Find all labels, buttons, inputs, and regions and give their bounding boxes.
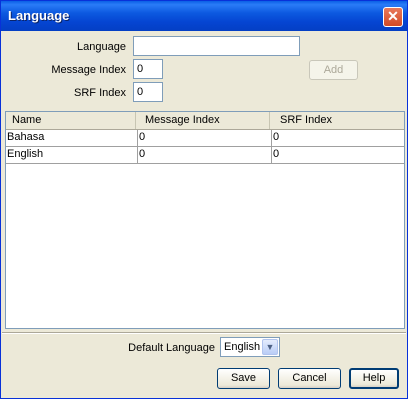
message-index-label: Message Index: [51, 64, 126, 76]
cell-srf-index: 0: [273, 131, 280, 143]
srf-index-label: SRF Index: [74, 87, 126, 99]
default-language-value: English: [224, 341, 261, 353]
cell-message-index: 0: [138, 130, 272, 146]
cell-message-index: 0: [138, 147, 272, 163]
message-index-input[interactable]: [133, 59, 163, 79]
title-bar: Language ✕: [1, 1, 407, 31]
column-header-name[interactable]: Name: [6, 112, 136, 129]
cancel-button[interactable]: Cancel: [278, 368, 341, 389]
table-row[interactable]: Bahasa 0 0: [6, 130, 404, 147]
cell-name: English: [6, 147, 138, 163]
help-button[interactable]: Help: [349, 368, 399, 389]
save-button[interactable]: Save: [217, 368, 270, 389]
cell-srf-index: 0: [273, 148, 280, 160]
add-button[interactable]: Add: [309, 60, 358, 80]
window-title: Language: [8, 8, 70, 23]
srf-index-input[interactable]: [133, 82, 163, 102]
column-header-message-index[interactable]: Message Index: [136, 112, 270, 129]
language-table: Name Message Index SRF Index Bahasa 0 0 …: [5, 111, 405, 329]
table-header: Name Message Index SRF Index: [6, 112, 404, 130]
chevron-down-icon[interactable]: ▼: [262, 339, 278, 355]
language-input[interactable]: [133, 36, 300, 56]
table-row[interactable]: English 0 0: [6, 147, 404, 164]
close-icon: ✕: [387, 8, 399, 24]
default-language-select[interactable]: English ▼: [220, 337, 280, 357]
language-dialog: Language ✕ Language Message Index SRF In…: [0, 0, 408, 399]
default-language-label: Default Language: [128, 342, 215, 354]
cell-name: Bahasa: [6, 130, 138, 146]
language-label: Language: [77, 41, 126, 53]
column-header-srf-index[interactable]: SRF Index: [270, 112, 404, 129]
close-button[interactable]: ✕: [383, 7, 403, 27]
divider: [2, 332, 406, 334]
